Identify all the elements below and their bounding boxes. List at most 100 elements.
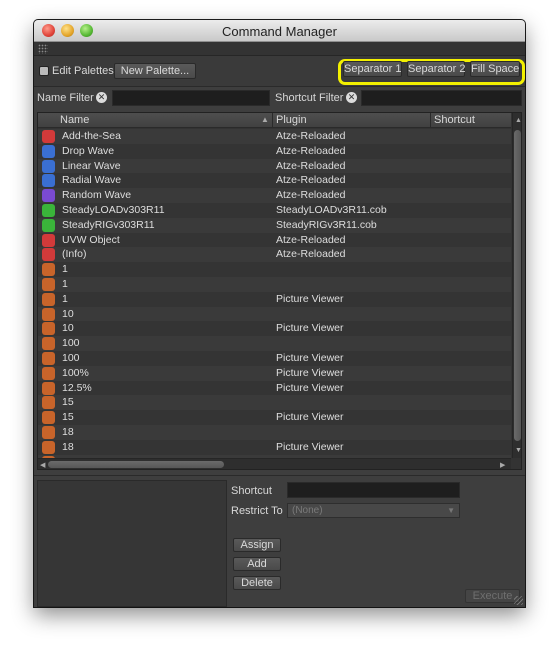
- restrict-to-dropdown[interactable]: (None) ▼: [287, 503, 460, 518]
- table-row[interactable]: 1: [38, 262, 511, 277]
- table-row[interactable]: UVW Object Atze-Reloaded: [38, 232, 511, 248]
- command-plugin: Atze-Reloaded: [276, 189, 346, 202]
- command-name: 100: [62, 351, 80, 364]
- grip-handle-icon[interactable]: [38, 44, 48, 54]
- command-name: 1: [62, 277, 68, 290]
- edit-palettes-checkbox[interactable]: [39, 66, 49, 76]
- command-plugin: Picture Viewer: [276, 366, 344, 379]
- table-row[interactable]: 1: [38, 276, 511, 292]
- steadyrig-icon: [42, 218, 55, 232]
- palette-grip-bar: [34, 42, 525, 56]
- command-name: 10: [62, 307, 74, 320]
- command-plugin: Atze-Reloaded: [276, 174, 346, 187]
- steadyload-icon: [42, 203, 55, 217]
- table-row[interactable]: 100 Picture Viewer: [38, 350, 511, 366]
- clear-name-filter-icon[interactable]: ✕: [96, 92, 107, 103]
- fill-space-button[interactable]: Fill Space: [470, 61, 520, 77]
- command-plugin: Atze-Reloaded: [276, 233, 346, 246]
- delete-button[interactable]: Delete: [233, 576, 281, 590]
- command-plugin: Picture Viewer: [276, 292, 344, 305]
- add-the-sea-icon: [42, 130, 55, 143]
- table-row[interactable]: 10: [38, 306, 511, 322]
- edit-palettes-label: Edit Palettes: [52, 65, 114, 77]
- table-row[interactable]: 12.5% Picture Viewer: [38, 380, 511, 396]
- execute-button[interactable]: Execute: [465, 589, 520, 603]
- assign-button[interactable]: Assign: [233, 538, 281, 552]
- shortcut-input[interactable]: [287, 482, 460, 498]
- assign-panel: Shortcut Restrict To (None) ▼ Assign Add…: [34, 475, 525, 607]
- separator-2-button[interactable]: Separator 2: [407, 61, 465, 77]
- shortcut-filter-label: Shortcut Filter: [275, 92, 344, 104]
- vertical-scrollbar[interactable]: ▲ ▼: [512, 113, 521, 458]
- command-plugin: Picture Viewer: [276, 322, 344, 335]
- command-name: Drop Wave: [62, 144, 115, 157]
- add-button[interactable]: Add: [233, 557, 281, 571]
- restrict-to-label: Restrict To: [231, 505, 283, 517]
- command-name: UVW Object: [62, 233, 120, 246]
- restrict-to-value: (None): [292, 505, 323, 516]
- shortcut-filter-input[interactable]: [361, 90, 522, 106]
- scroll-up-arrow-icon[interactable]: ▲: [515, 117, 521, 124]
- percent-12-icon: [42, 381, 55, 395]
- table-row[interactable]: Linear Wave Atze-Reloaded: [38, 158, 511, 174]
- command-name: (Info): [62, 248, 87, 261]
- table-row[interactable]: 18 Picture Viewer: [38, 439, 511, 455]
- chevron-down-icon: ▼: [447, 506, 455, 515]
- table-row[interactable]: 15 Picture Viewer: [38, 410, 511, 425]
- new-palette-button[interactable]: New Palette...: [114, 63, 196, 79]
- scroll-down-arrow-icon[interactable]: ▼: [515, 447, 521, 454]
- number-15-icon: [42, 411, 55, 425]
- command-manager-window: Command Manager Edit Palettes New Palett…: [34, 20, 525, 607]
- separator-1-button[interactable]: Separator 1: [343, 61, 402, 77]
- vertical-scroll-thumb[interactable]: [514, 130, 521, 441]
- command-name: Random Wave: [62, 189, 132, 202]
- table-row[interactable]: 100: [38, 336, 511, 351]
- table-row[interactable]: 10 Picture Viewer: [38, 321, 511, 337]
- command-plugin: Picture Viewer: [276, 440, 344, 453]
- table-row[interactable]: SteadyLOADv303R11 SteadyLOADv3R11.cob: [38, 202, 511, 218]
- command-name: 10: [62, 322, 74, 335]
- number-18-icon: [42, 440, 55, 454]
- table-row[interactable]: Radial Wave Atze-Reloaded: [38, 173, 511, 189]
- sort-indicator-icon: ▲: [261, 115, 269, 124]
- number-10-icon: [42, 307, 55, 321]
- command-name: 18: [62, 425, 74, 438]
- command-plugin: Atze-Reloaded: [276, 159, 346, 172]
- column-header-plugin[interactable]: Plugin: [276, 114, 307, 126]
- percent-100-icon: [42, 366, 55, 380]
- name-filter-input[interactable]: [112, 90, 270, 106]
- name-filter-label: Name Filter: [37, 92, 94, 104]
- column-header-name[interactable]: Name: [60, 114, 89, 126]
- shortcut-label: Shortcut: [231, 485, 272, 497]
- table-row[interactable]: SteadyRIGv303R11 SteadyRIGv3R11.cob: [38, 217, 511, 233]
- table-row[interactable]: 1 Picture Viewer: [38, 291, 511, 307]
- number-100-icon: [42, 337, 55, 351]
- column-header-shortcut[interactable]: Shortcut: [434, 114, 475, 126]
- drop-wave-icon: [42, 144, 55, 158]
- table-row[interactable]: Drop Wave Atze-Reloaded: [38, 143, 511, 159]
- horizontal-scrollbar[interactable]: ◀ ▶: [38, 458, 511, 469]
- radial-wave-icon: [42, 174, 55, 188]
- resize-grip-icon[interactable]: [514, 596, 523, 605]
- clear-shortcut-filter-icon[interactable]: ✕: [346, 92, 357, 103]
- scroll-left-arrow-icon[interactable]: ◀: [40, 461, 45, 469]
- number-1-icon: [42, 263, 55, 277]
- command-name: 15: [62, 411, 74, 424]
- table-row[interactable]: (Info) Atze-Reloaded: [38, 247, 511, 263]
- horizontal-scroll-thumb[interactable]: [48, 461, 224, 468]
- table-row[interactable]: Random Wave Atze-Reloaded: [38, 188, 511, 203]
- number-1-icon: [42, 292, 55, 306]
- table-row[interactable]: 18: [38, 424, 511, 440]
- scroll-right-arrow-icon[interactable]: ▶: [500, 461, 505, 469]
- command-plugin: Picture Viewer: [276, 411, 344, 424]
- command-name: 12.5%: [62, 381, 92, 394]
- filter-bar: Name Filter ✕ Shortcut Filter ✕: [34, 88, 525, 108]
- table-row[interactable]: 15: [38, 395, 511, 411]
- command-plugin: Atze-Reloaded: [276, 130, 346, 142]
- table-row[interactable]: Add-the-Sea Atze-Reloaded: [38, 129, 511, 144]
- command-plugin: SteadyRIGv3R11.cob: [276, 218, 377, 231]
- table-row[interactable]: 100% Picture Viewer: [38, 365, 511, 381]
- table-header: Name ▲ Plugin Shortcut: [38, 113, 511, 128]
- command-plugin: Atze-Reloaded: [276, 144, 346, 157]
- command-plugin: Picture Viewer: [276, 351, 344, 364]
